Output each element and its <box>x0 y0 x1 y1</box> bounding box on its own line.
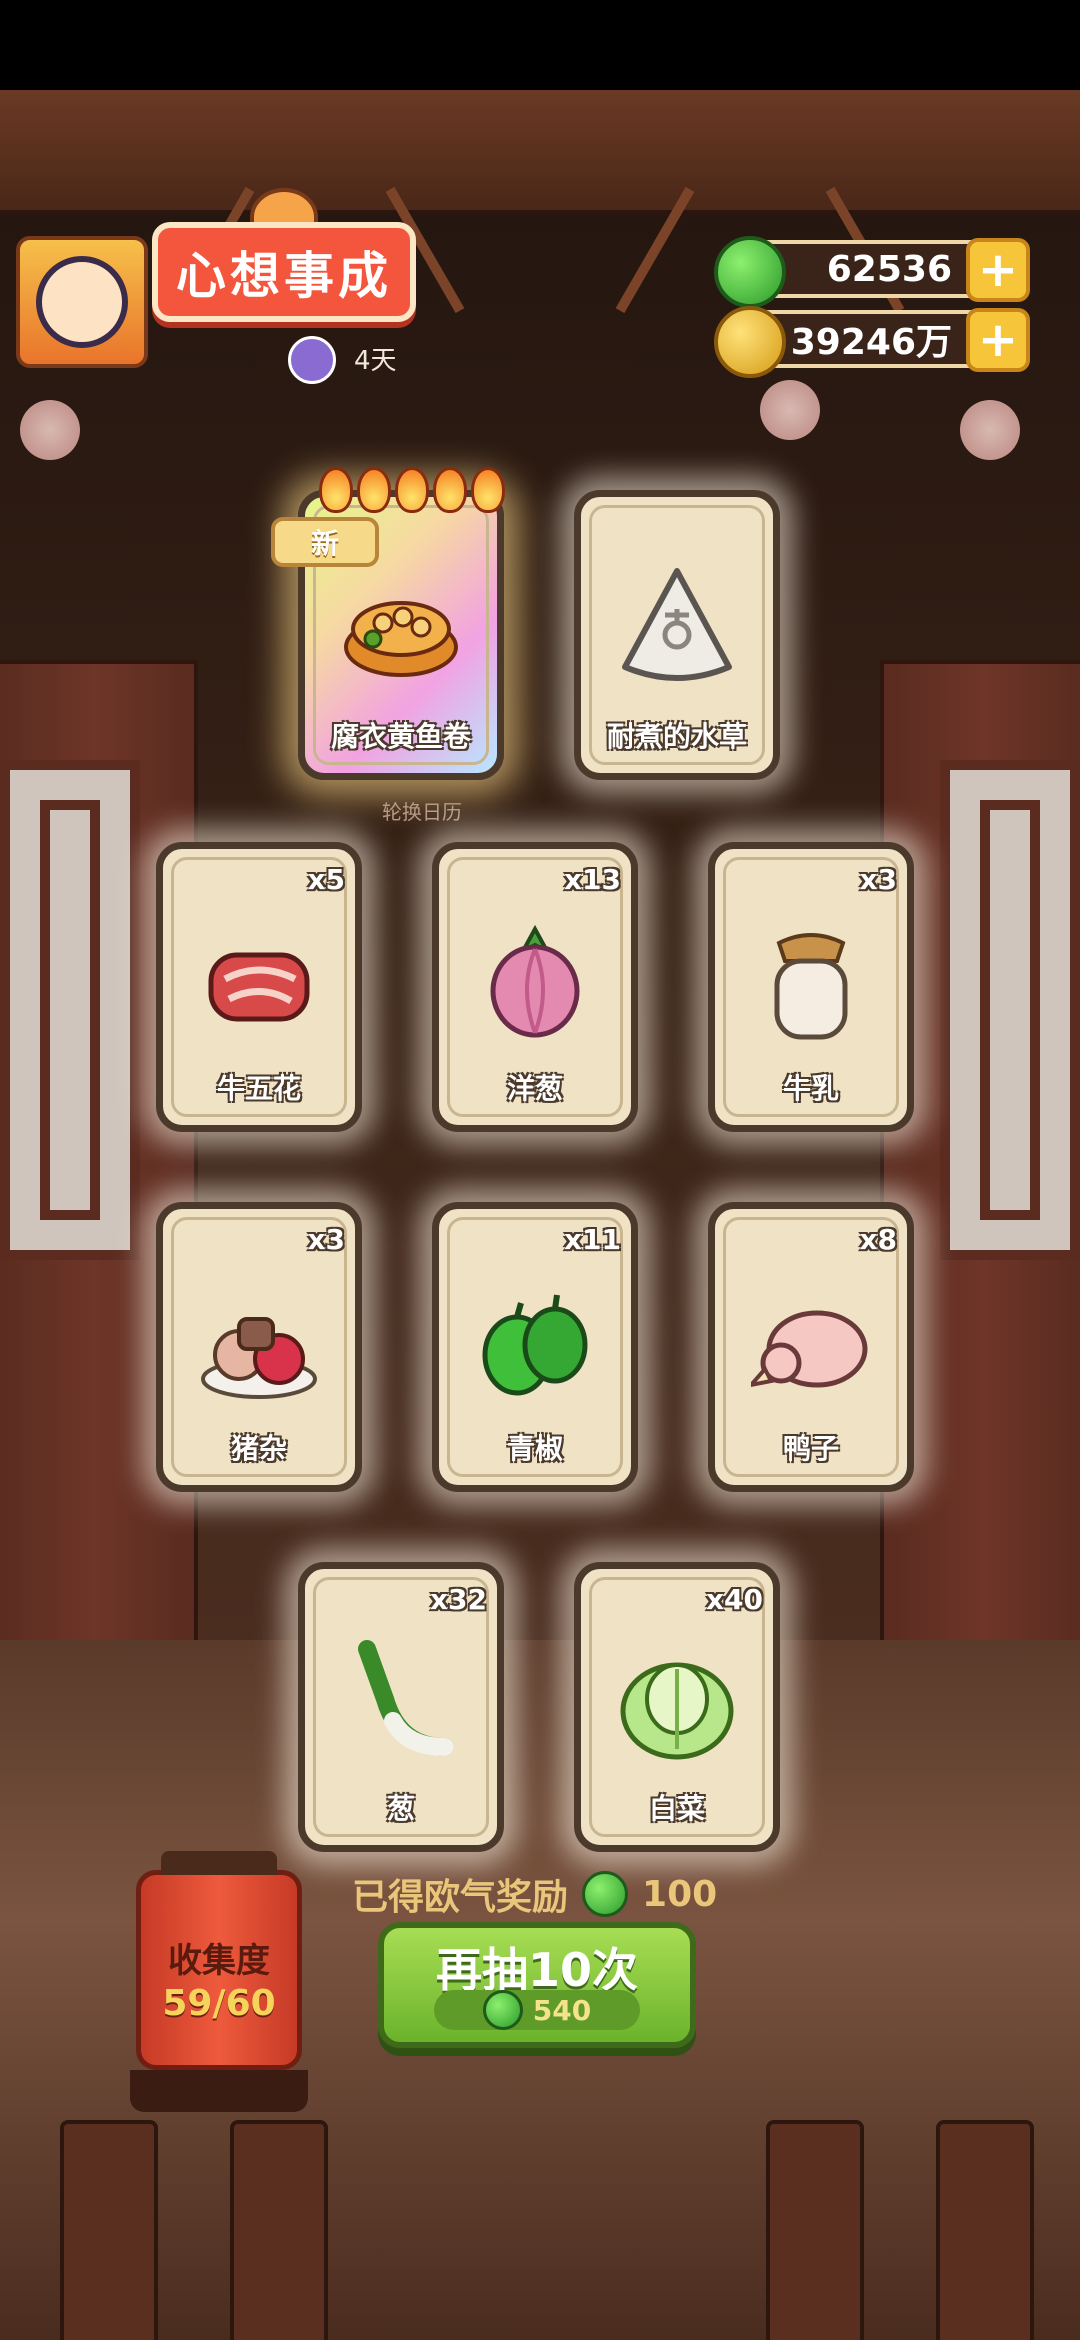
jade-icon <box>582 1871 629 1917</box>
flame-icon <box>395 467 429 513</box>
cabbage-icon <box>620 1662 734 1760</box>
card-name: 猪杂 <box>230 1432 287 1465</box>
card-count: x32 <box>429 1583 487 1616</box>
flame-icon <box>357 467 391 513</box>
green-pepper-icon <box>482 1294 588 1396</box>
blossom-decoration <box>960 400 1020 460</box>
collection-label: 收集度 <box>168 1941 270 1981</box>
coin-icon <box>714 306 786 378</box>
card-name: 白菜 <box>648 1792 705 1825</box>
card-ingredient[interactable]: x5 牛五花 <box>156 842 362 1132</box>
draw-again-button[interactable]: 再抽10次 540 <box>378 1922 696 2048</box>
roof-beam <box>0 90 1080 314</box>
card-name: 牛乳 <box>782 1072 839 1105</box>
card-name: 耐煮的水草 <box>606 720 747 753</box>
coin-balance: 39246万 + <box>714 306 1030 378</box>
rotation-calendar-caption: 轮换日历 <box>382 800 462 824</box>
rarity-flames <box>319 467 505 513</box>
jade-icon <box>482 1990 523 2030</box>
fence-post <box>230 2120 328 2340</box>
card-count: x8 <box>859 1223 897 1256</box>
card-featured-ingredient[interactable]: 耐煮的水草 <box>574 490 780 780</box>
reward-label: 已得欧气奖励 <box>352 1877 569 1918</box>
collection-progress: 59/60 <box>162 1983 276 2024</box>
card-count: x3 <box>859 863 897 896</box>
flame-icon <box>471 467 505 513</box>
card-name: 腐衣黄鱼卷 <box>330 720 471 753</box>
flame-icon <box>433 467 467 513</box>
fence-post <box>936 2120 1034 2340</box>
duck-icon <box>751 1310 868 1388</box>
beef-icon <box>208 952 310 1022</box>
jade-balance: 62536 + <box>714 236 1030 308</box>
card-ingredient[interactable]: x8 鸭子 <box>708 1202 914 1492</box>
card-count: x11 <box>563 1223 621 1256</box>
collection-lantern[interactable]: 收集度 59/60 <box>136 1851 302 2070</box>
draw-cost-value: 540 <box>532 1993 592 2027</box>
fence-post <box>60 2120 158 2340</box>
event-title[interactable]: 心想事成 <box>152 222 416 322</box>
milk-jar-icon <box>774 933 848 1040</box>
card-name: 洋葱 <box>506 1072 563 1105</box>
card-name: 牛五花 <box>216 1072 301 1105</box>
reward-value: 100 <box>642 1873 718 1915</box>
card-ingredient[interactable]: x11 青椒 <box>432 1202 638 1492</box>
fish-roll-bowl-icon <box>344 601 458 677</box>
game-screen: 心想事成 4天 62536 + 39246万 + 新 腐衣黄鱼卷 耐煮的水草 轮… <box>0 0 1080 2340</box>
card-ingredient[interactable]: x32 葱 <box>298 1562 504 1852</box>
avatar-face-icon <box>36 256 128 348</box>
fence-post <box>766 2120 864 2340</box>
card-ingredient[interactable]: x3 猪杂 <box>156 1202 362 1492</box>
add-coin-button[interactable]: + <box>966 308 1030 372</box>
card-ingredient[interactable]: x40 白菜 <box>574 1562 780 1852</box>
card-name: 葱 <box>386 1792 415 1825</box>
card-name: 鸭子 <box>782 1432 839 1465</box>
blossom-decoration <box>20 400 80 460</box>
card-count: x13 <box>563 863 621 896</box>
card-ingredient[interactable]: x3 牛乳 <box>708 842 914 1132</box>
card-count: x40 <box>705 1583 763 1616</box>
card-ingredient[interactable]: x13 洋葱 <box>432 842 638 1132</box>
pork-offal-icon <box>201 1317 317 1399</box>
locked-seaweed-icon <box>622 568 732 681</box>
flame-icon <box>319 467 353 513</box>
jade-icon <box>714 236 786 308</box>
reward-line: 已得欧气奖励 100 <box>352 1868 717 1920</box>
days-remaining: 4天 <box>354 346 397 376</box>
left-window <box>0 760 140 1260</box>
card-count: x5 <box>307 863 345 896</box>
timer-avatar-icon <box>288 336 336 384</box>
scallion-icon <box>358 1640 454 1756</box>
card-featured-dish[interactable]: 新 腐衣黄鱼卷 <box>271 467 505 780</box>
card-count: x3 <box>307 1223 345 1256</box>
lantern-stand <box>130 2070 308 2112</box>
add-jade-button[interactable]: + <box>966 238 1030 302</box>
jade-amount: 62536 <box>826 248 952 290</box>
draw-cost: 540 <box>434 1990 640 2030</box>
status-bar <box>0 0 1080 90</box>
onion-icon <box>490 924 580 1038</box>
card-name: 青椒 <box>506 1432 563 1465</box>
right-window <box>940 760 1080 1260</box>
coin-amount: 39246万 <box>790 322 952 363</box>
player-avatar[interactable] <box>16 236 148 368</box>
blossom-decoration <box>760 380 820 440</box>
